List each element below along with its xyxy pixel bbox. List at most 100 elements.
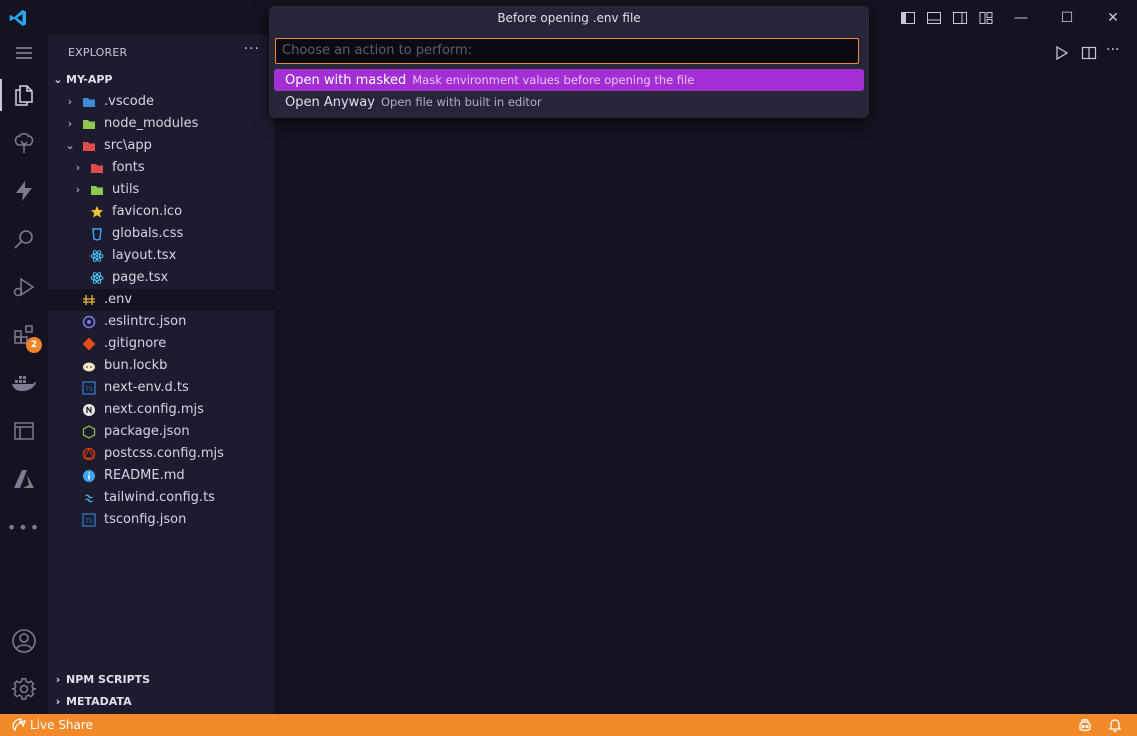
folder-node-icon xyxy=(82,113,96,135)
chevron-right-icon: › xyxy=(55,695,61,708)
extensions-badge: 2 xyxy=(26,337,42,353)
customize-layout-icon[interactable] xyxy=(978,10,994,26)
quick-pick-title: Before opening .env file xyxy=(497,11,641,25)
activity-docker[interactable] xyxy=(8,367,40,399)
tree-item[interactable]: .eslintrc.json xyxy=(48,311,274,333)
activity-run[interactable] xyxy=(8,175,40,207)
hamburger-menu-button[interactable] xyxy=(8,37,40,69)
tree-item-label: .vscode xyxy=(104,94,154,109)
maximize-button[interactable]: ☐ xyxy=(1052,8,1082,28)
activity-azure[interactable] xyxy=(8,463,40,495)
window-icon xyxy=(14,422,34,440)
azure-icon xyxy=(14,470,34,488)
tree-item-label: layout.tsx xyxy=(112,248,177,263)
quick-pick-item-open-anyway[interactable]: Open Anyway Open file with built in edito… xyxy=(274,91,864,113)
chevron-right-icon: › xyxy=(75,183,81,196)
tree-item[interactable]: .gitignore xyxy=(48,333,274,355)
chevron-down-icon: ⌄ xyxy=(53,73,63,86)
notifications-bell-icon[interactable] xyxy=(1107,717,1123,733)
gear-icon xyxy=(11,678,36,700)
explorer-more-actions-button[interactable]: ··· xyxy=(244,41,260,57)
tree-item[interactable]: README.md xyxy=(48,465,274,487)
folder-src-icon xyxy=(82,135,96,157)
tree-item[interactable]: bun.lockb xyxy=(48,355,274,377)
search-icon xyxy=(14,230,33,249)
tree-item[interactable]: tailwind.config.ts xyxy=(48,487,274,509)
menu-icon xyxy=(16,47,32,59)
toggle-secondary-sidebar-icon[interactable] xyxy=(952,10,968,26)
tree-item[interactable]: › fonts xyxy=(48,157,274,179)
split-editor-icon[interactable] xyxy=(1081,45,1097,61)
tree-item-label: favicon.ico xyxy=(112,204,183,219)
run-icon[interactable] xyxy=(1055,45,1069,61)
account-icon xyxy=(12,629,36,653)
tree-item[interactable]: next.config.mjs xyxy=(48,399,274,421)
tree-item-label: tailwind.config.ts xyxy=(104,490,215,505)
info-icon xyxy=(82,465,96,487)
tree-item-label: bun.lockb xyxy=(104,358,168,373)
activity-search[interactable] xyxy=(8,223,40,255)
star-icon xyxy=(90,201,104,223)
ellipsis-icon: ••• xyxy=(6,517,42,537)
folder-utils-icon xyxy=(90,179,104,201)
tree-item[interactable]: › node_modules xyxy=(48,113,274,135)
nodejs-icon xyxy=(82,421,96,443)
folder-vscode-icon xyxy=(82,91,96,113)
close-window-button[interactable]: ✕ xyxy=(1098,8,1128,28)
tree-item[interactable]: page.tsx xyxy=(48,267,274,289)
activity-source-control[interactable] xyxy=(8,127,40,159)
tree-item[interactable]: globals.css xyxy=(48,223,274,245)
quick-pick-input-wrapper xyxy=(275,38,859,64)
quick-pick-item-description: Mask environment values before opening t… xyxy=(412,73,695,87)
editor-more-actions-button[interactable]: ··· xyxy=(1106,42,1119,58)
chevron-right-icon: › xyxy=(75,161,81,174)
activity-extensions[interactable]: 2 xyxy=(8,319,42,353)
tree-item[interactable]: › utils xyxy=(48,179,274,201)
folder-fonts-icon xyxy=(90,157,104,179)
activity-explorer[interactable] xyxy=(0,79,40,111)
tree-item[interactable]: postcss.config.mjs xyxy=(48,443,274,465)
activity-bar: 2 ••• xyxy=(0,35,48,714)
tree-icon xyxy=(14,133,34,153)
tree-item-label: next-env.d.ts xyxy=(104,380,189,395)
ts-icon: TS xyxy=(82,377,96,399)
metadata-section-header[interactable]: › METADATA xyxy=(48,691,274,713)
tree-item[interactable]: layout.tsx xyxy=(48,245,274,267)
activity-accounts[interactable] xyxy=(8,625,40,657)
minimize-button[interactable]: — xyxy=(1006,8,1036,28)
activity-run-debug[interactable] xyxy=(8,271,40,303)
quick-pick-input[interactable] xyxy=(282,39,858,63)
npm-scripts-section-header[interactable]: › NPM SCRIPTS xyxy=(48,669,274,691)
tree-item-label: package.json xyxy=(104,424,190,439)
copilot-icon[interactable] xyxy=(1077,717,1093,733)
tree-item-label: globals.css xyxy=(112,226,184,241)
live-share-label: Live Share xyxy=(30,718,93,732)
tree-item[interactable]: › .vscode xyxy=(48,91,274,113)
live-share-button[interactable]: Live Share xyxy=(12,714,93,736)
live-share-icon xyxy=(12,718,26,732)
tree-item-label: src\app xyxy=(104,138,152,153)
tree-item-label: postcss.config.mjs xyxy=(104,446,224,461)
toggle-primary-sidebar-icon[interactable] xyxy=(900,10,916,26)
project-section-header[interactable]: ⌄ MY-APP xyxy=(48,69,274,91)
tree-item[interactable]: TS next-env.d.ts xyxy=(48,377,274,399)
tree-item-label: fonts xyxy=(112,160,145,175)
quick-pick-item-open-masked[interactable]: Open with masked Mask environment values … xyxy=(274,69,864,91)
bun-icon xyxy=(82,355,96,377)
vscode-logo-icon xyxy=(9,10,26,26)
tree-item[interactable]: favicon.ico xyxy=(48,201,274,223)
tree-item[interactable]: .env xyxy=(48,289,274,311)
activity-more[interactable]: ••• xyxy=(6,511,42,543)
activity-remote-explorer[interactable] xyxy=(8,415,40,447)
tree-item[interactable]: package.json xyxy=(48,421,274,443)
tree-item-label: page.tsx xyxy=(112,270,169,285)
tree-item[interactable]: TS tsconfig.json xyxy=(48,509,274,531)
toggle-panel-icon[interactable] xyxy=(926,10,942,26)
docker-icon xyxy=(12,376,36,391)
tree-item-label: .gitignore xyxy=(104,336,167,351)
activity-manage[interactable] xyxy=(8,673,40,705)
tree-item[interactable]: ⌄ src\app xyxy=(48,135,274,157)
postcss-icon xyxy=(82,443,96,465)
tree-item-label: utils xyxy=(112,182,140,197)
tree-item-label: README.md xyxy=(104,468,185,483)
